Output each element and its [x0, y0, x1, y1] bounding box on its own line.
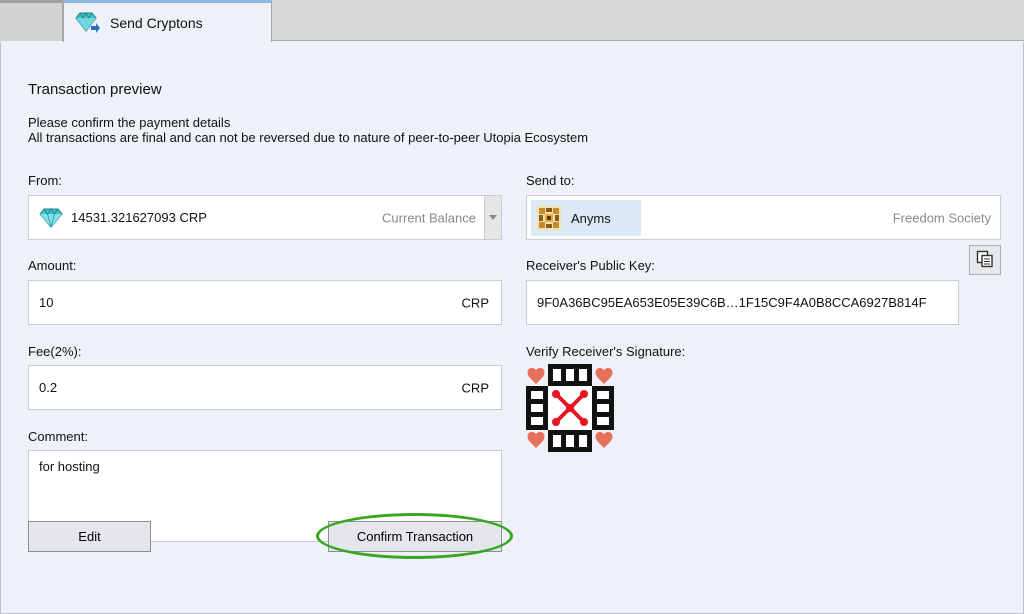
fee-label: Fee(2%):	[28, 344, 82, 359]
signature-identicon	[526, 364, 614, 452]
from-balance-value: 14531.321627093 CRP	[71, 210, 207, 225]
dropdown-button[interactable]	[484, 196, 501, 239]
comment-label: Comment:	[28, 429, 88, 444]
crypton-gem-icon	[39, 207, 63, 228]
amount-unit: CRP	[461, 295, 489, 310]
crypton-send-icon	[74, 11, 100, 34]
contact-chip[interactable]: Anyms	[531, 200, 641, 236]
from-label: From:	[28, 173, 62, 188]
fee-field: 0.2 CRP	[28, 365, 502, 410]
send-cryptons-window: Send Cryptons Transaction preview Please…	[0, 0, 1024, 614]
tab-label: Send Cryptons	[110, 14, 203, 31]
send-to-label: Send to:	[526, 173, 575, 188]
copy-public-key-button[interactable]	[969, 245, 1001, 275]
comment-value: for hosting	[39, 459, 100, 474]
tab-send-cryptons[interactable]: Send Cryptons	[63, 0, 272, 42]
tab-previous[interactable]	[0, 0, 63, 41]
confirm-instruction: Please confirm the payment details	[28, 115, 231, 130]
amount-field[interactable]: 10 CRP	[28, 280, 502, 325]
from-wallet-select[interactable]: 14531.321627093 CRP Current Balance	[28, 195, 502, 240]
tab-bar: Send Cryptons	[0, 0, 1024, 42]
public-key-label: Receiver's Public Key:	[526, 258, 655, 273]
finality-warning: All transactions are final and can not b…	[28, 130, 589, 145]
fee-unit: CRP	[461, 380, 489, 395]
send-to-field[interactable]: Anyms Freedom Society	[526, 195, 1001, 240]
edit-button[interactable]: Edit	[28, 521, 151, 552]
confirm-transaction-button[interactable]: Confirm Transaction	[328, 521, 502, 552]
public-key-field[interactable]: 9F0A36BC95EA653E05E39C6B…1F15C9F4A0B8CCA…	[526, 280, 959, 325]
public-key-value: 9F0A36BC95EA653E05E39C6B…1F15C9F4A0B8CCA…	[537, 295, 927, 310]
copy-icon	[976, 250, 994, 271]
amount-value: 10	[39, 295, 54, 310]
amount-label: Amount:	[28, 258, 77, 273]
transaction-preview-panel: Transaction preview Please confirm the p…	[0, 42, 1024, 614]
contact-name: Anyms	[571, 210, 611, 226]
contact-group: Freedom Society	[892, 210, 991, 225]
fee-value: 0.2	[39, 380, 58, 395]
verify-signature-label: Verify Receiver's Signature:	[526, 344, 686, 359]
chevron-down-icon	[489, 215, 497, 220]
current-balance-hint: Current Balance	[382, 210, 476, 225]
contact-avatar-icon	[537, 206, 561, 230]
page-title: Transaction preview	[28, 81, 162, 98]
